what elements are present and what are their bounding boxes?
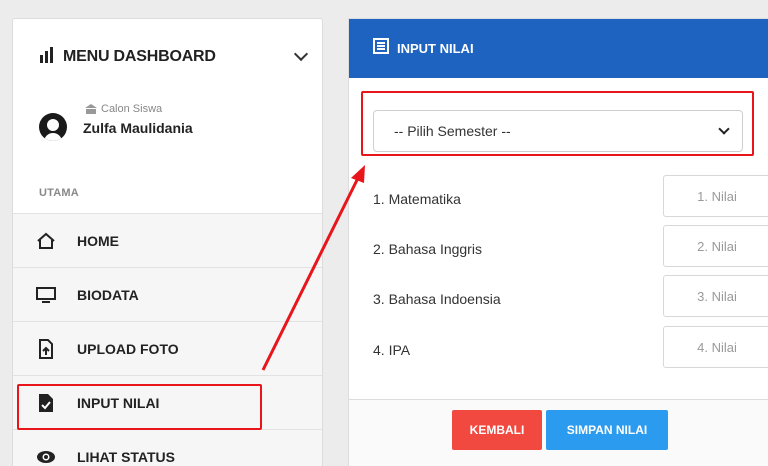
annotation-arrow	[261, 165, 365, 371]
